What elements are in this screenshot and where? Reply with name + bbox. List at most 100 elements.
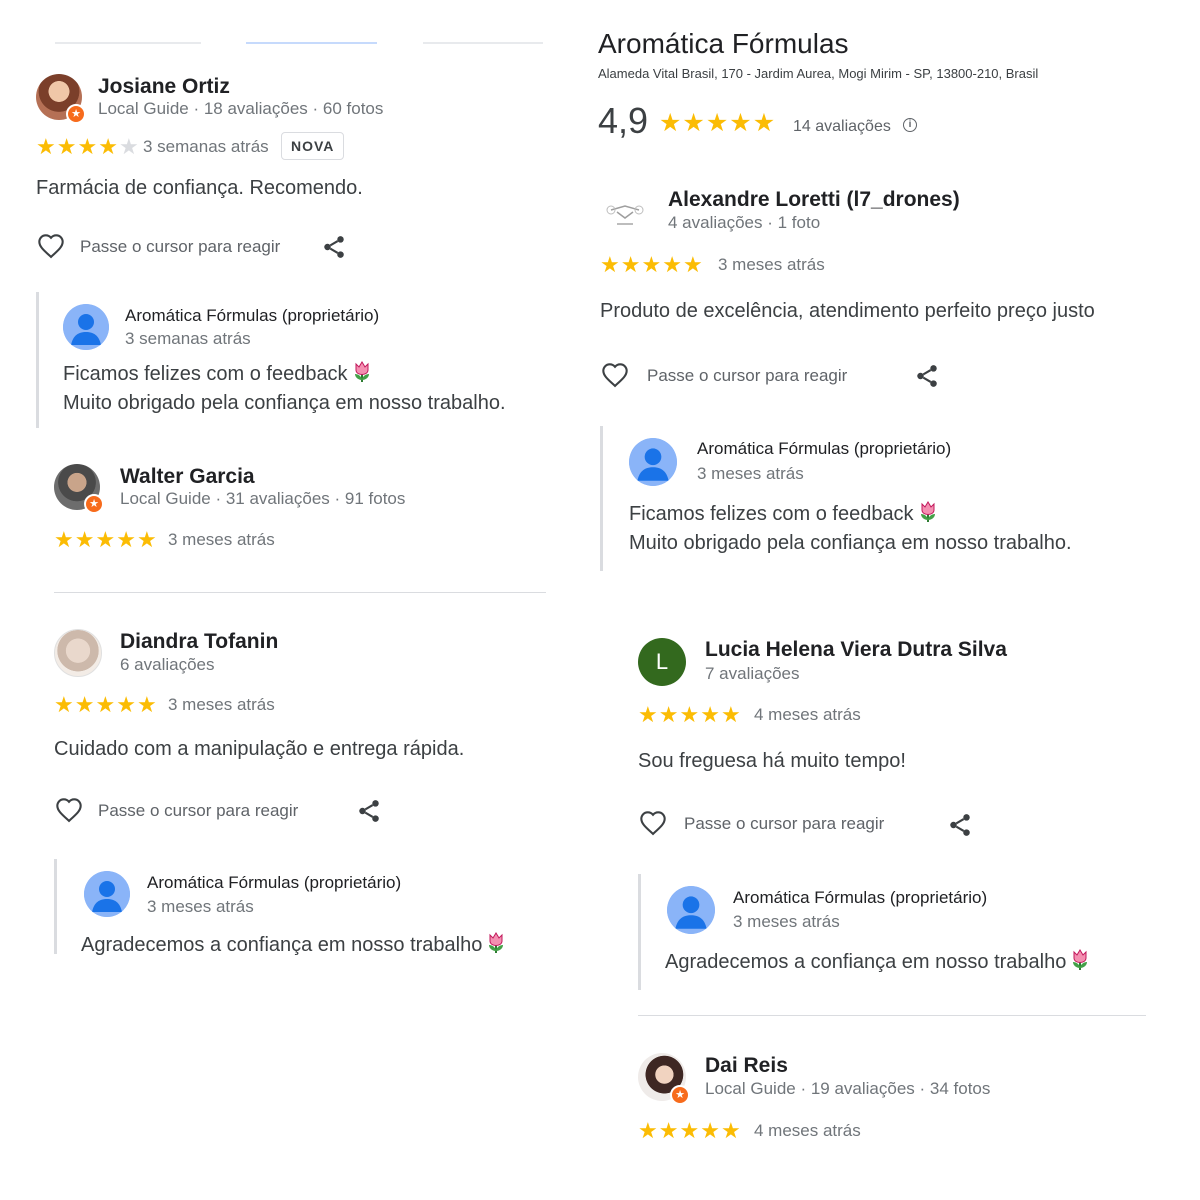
star-filled-icon: ★ (95, 527, 117, 552)
star-filled-icon: ★ (641, 252, 663, 277)
share-icon[interactable] (321, 234, 347, 260)
heart-icon[interactable] (638, 810, 668, 838)
react-label: Passe o cursor para reagir (647, 366, 848, 385)
drone-logo-icon (606, 205, 644, 225)
star-filled-icon: ★ (700, 1118, 721, 1143)
owner-reply: Aromática Fórmulas (proprietário) 3 mese… (54, 859, 534, 956)
star-filled-icon: ★ (116, 692, 137, 717)
star-rating: ★★★★★ (36, 136, 140, 158)
reviewer-name[interactable]: Diandra Tofanin (120, 630, 278, 654)
reply-text: Ficamos felizes com o feedback Muito obr… (629, 500, 1072, 558)
header-divider (423, 42, 543, 44)
review-text: Sou freguesa há muito tempo! (638, 750, 906, 772)
share-icon[interactable] (914, 363, 940, 389)
tulip-emoji-icon (1070, 949, 1090, 971)
star-filled-icon: ★ (700, 702, 721, 727)
owner-avatar-icon (629, 438, 677, 486)
review-divider (54, 592, 546, 593)
header-divider (55, 42, 201, 44)
reviewer-meta: 4 avaliações · 1 foto (668, 213, 821, 232)
star-filled-icon: ★ (682, 252, 704, 277)
reviewer-name[interactable]: Lucia Helena Viera Dutra Silva (705, 638, 1007, 662)
local-guide-badge-icon: ★ (670, 1085, 690, 1105)
owner-name[interactable]: Aromática Fórmulas (proprietário) (733, 888, 987, 908)
info-icon[interactable]: i (903, 118, 917, 132)
owner-reply: Aromática Fórmulas (proprietário) 3 sema… (36, 292, 516, 428)
review-date: 3 meses atrás (168, 530, 275, 549)
owner-avatar-icon (84, 871, 130, 917)
reviewer-avatar[interactable]: ★ (54, 464, 104, 514)
owner-reply: Aromática Fórmulas (proprietário) 3 mese… (600, 426, 1160, 571)
reply-line: Muito obrigado pela confiança em nosso t… (629, 532, 1072, 554)
reviewer-name[interactable]: Dai Reis (705, 1054, 788, 1078)
share-icon[interactable] (947, 812, 973, 838)
owner-avatar-icon (667, 886, 715, 934)
reviewer-avatar[interactable] (54, 629, 102, 677)
reply-line: Ficamos felizes com o feedback (629, 503, 914, 525)
star-filled-icon: ★ (620, 252, 642, 277)
review-date: 4 meses atrás (754, 1121, 861, 1140)
reply-date: 3 semanas atrás (125, 329, 251, 348)
react-button[interactable]: Passe o cursor para reagir (600, 362, 847, 390)
review-text: Cuidado com a manipulação e entrega rápi… (54, 738, 465, 760)
star-filled-icon: ★ (705, 109, 730, 137)
reviewer-avatar[interactable]: L (638, 638, 686, 686)
heart-icon[interactable] (600, 362, 630, 390)
heart-icon[interactable] (54, 797, 84, 825)
owner-name[interactable]: Aromática Fórmulas (proprietário) (697, 439, 951, 459)
owner-name[interactable]: Aromática Fórmulas (proprietário) (125, 306, 379, 326)
share-icon[interactable] (356, 798, 382, 824)
review-date: 3 semanas atrás (143, 137, 269, 156)
star-filled-icon: ★ (679, 1118, 701, 1143)
star-empty-icon: ★ (118, 134, 140, 159)
review-date: 3 meses atrás (168, 695, 275, 714)
reviewer-avatar[interactable]: ★ (36, 74, 86, 124)
reviewer-avatar[interactable] (600, 190, 650, 236)
star-filled-icon: ★ (638, 702, 659, 727)
reviewer-name[interactable]: Walter Garcia (120, 465, 255, 489)
local-guide-badge-icon: ★ (66, 104, 86, 124)
heart-icon[interactable] (36, 233, 66, 261)
star-rating: ★★★★★ (54, 694, 158, 716)
reviewer-avatar[interactable]: ★ (638, 1053, 690, 1105)
star-filled-icon: ★ (74, 527, 96, 552)
reviewer-name[interactable]: Alexandre Loretti (l7_drones) (668, 188, 960, 212)
react-button[interactable]: Passe o cursor para reagir (36, 233, 280, 261)
reviewer-meta: Local Guide · 31 avaliações · 91 fotos (120, 489, 406, 508)
star-filled-icon: ★ (679, 702, 701, 727)
star-filled-icon: ★ (116, 527, 137, 552)
react-label: Passe o cursor para reagir (98, 801, 299, 820)
star-rating: ★★★★★ (600, 254, 704, 276)
react-label: Passe o cursor para reagir (80, 237, 281, 256)
header-divider (246, 42, 377, 44)
review-divider (638, 1015, 1146, 1016)
reply-date: 3 meses atrás (733, 912, 840, 931)
star-filled-icon: ★ (659, 109, 683, 137)
owner-name[interactable]: Aromática Fórmulas (proprietário) (147, 873, 401, 893)
new-badge: NOVA (281, 132, 345, 160)
star-filled-icon: ★ (720, 1118, 742, 1143)
reply-date: 3 meses atrás (697, 464, 804, 483)
owner-reply: Aromática Fórmulas (proprietário) 3 mese… (638, 874, 1158, 990)
star-filled-icon: ★ (136, 527, 158, 552)
star-filled-icon: ★ (658, 702, 680, 727)
reply-text: Ficamos felizes com o feedback Muito obr… (63, 360, 506, 418)
review-text: Produto de excelência, atendimento perfe… (600, 300, 1095, 322)
star-filled-icon: ★ (729, 109, 753, 137)
owner-avatar-icon (63, 304, 109, 350)
react-button[interactable]: Passe o cursor para reagir (638, 810, 884, 838)
star-rating: ★★★★★ (638, 1120, 742, 1142)
star-filled-icon: ★ (77, 134, 99, 159)
star-filled-icon: ★ (638, 1118, 659, 1143)
review-date: 4 meses atrás (754, 705, 861, 724)
avatar-letter: L (638, 638, 686, 686)
reviews-count[interactable]: 14 avaliações (793, 118, 891, 136)
star-filled-icon: ★ (74, 692, 96, 717)
reply-text: Agradecemos a confiança em nosso trabalh… (81, 931, 506, 960)
star-filled-icon: ★ (54, 527, 75, 552)
react-button[interactable]: Passe o cursor para reagir (54, 797, 298, 825)
reviewer-name[interactable]: Josiane Ortiz (98, 75, 230, 99)
star-filled-icon: ★ (54, 692, 75, 717)
star-filled-icon: ★ (658, 1118, 680, 1143)
reply-line: Muito obrigado pela confiança em nosso t… (63, 392, 506, 414)
